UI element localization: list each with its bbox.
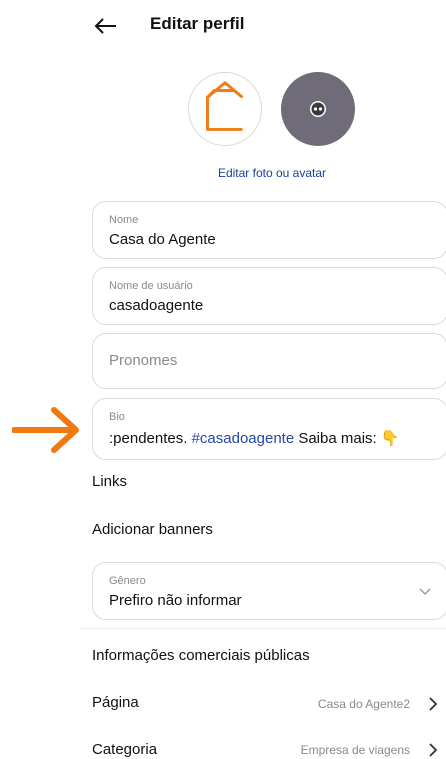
bio-text-start: :pendentes. — [109, 430, 192, 447]
pronouns-field[interactable]: Pronomes — [92, 333, 446, 389]
links-item[interactable]: Links — [92, 473, 127, 490]
gender-value[interactable]: Prefiro não informar — [109, 592, 242, 609]
bio-label: Bio — [109, 411, 125, 423]
page-row-label[interactable]: Página — [92, 694, 139, 711]
username-value[interactable]: casadoagente — [109, 297, 203, 314]
bio-field[interactable]: Bio :pendentes. #casadoagente Saiba mais… — [92, 398, 446, 460]
category-row-label[interactable]: Categoria — [92, 741, 157, 758]
avatar-photo[interactable] — [281, 72, 355, 146]
bio-value[interactable]: :pendentes. #casadoagente Saiba mais: 👇 — [109, 429, 400, 447]
pronouns-placeholder[interactable]: Pronomes — [109, 352, 177, 369]
category-row-value[interactable]: Empresa de viagens — [301, 743, 410, 757]
username-field[interactable]: Nome de usuário casadoagente — [92, 267, 446, 325]
username-label: Nome de usuário — [109, 280, 193, 292]
gender-field[interactable]: Gênero Prefiro não informar — [92, 562, 446, 620]
profile-photo[interactable] — [188, 72, 262, 146]
chevron-right-icon[interactable] — [426, 742, 440, 758]
add-banners-item[interactable]: Adicionar banners — [92, 521, 213, 538]
page-row-value[interactable]: Casa do Agente2 — [318, 697, 410, 711]
back-arrow-icon[interactable] — [92, 14, 120, 38]
annotation-arrow-icon — [12, 407, 79, 453]
name-field[interactable]: Nome Casa do Agente — [92, 201, 446, 259]
chevron-down-icon — [419, 588, 431, 596]
section-divider — [80, 628, 446, 629]
business-section-title: Informações comerciais públicas — [92, 647, 310, 664]
page-title: Editar perfil — [150, 14, 245, 33]
avatar-face-icon — [310, 101, 326, 117]
bio-text-end: Saiba mais: 👇 — [294, 430, 400, 447]
bio-hashtag[interactable]: #casadoagente — [192, 430, 295, 447]
gender-label: Gênero — [109, 575, 146, 587]
name-label: Nome — [109, 214, 139, 226]
edit-photo-link[interactable]: Editar foto ou avatar — [140, 166, 404, 180]
name-value[interactable]: Casa do Agente — [109, 231, 216, 248]
chevron-right-icon[interactable] — [426, 696, 440, 712]
house-logo-icon — [206, 81, 244, 131]
